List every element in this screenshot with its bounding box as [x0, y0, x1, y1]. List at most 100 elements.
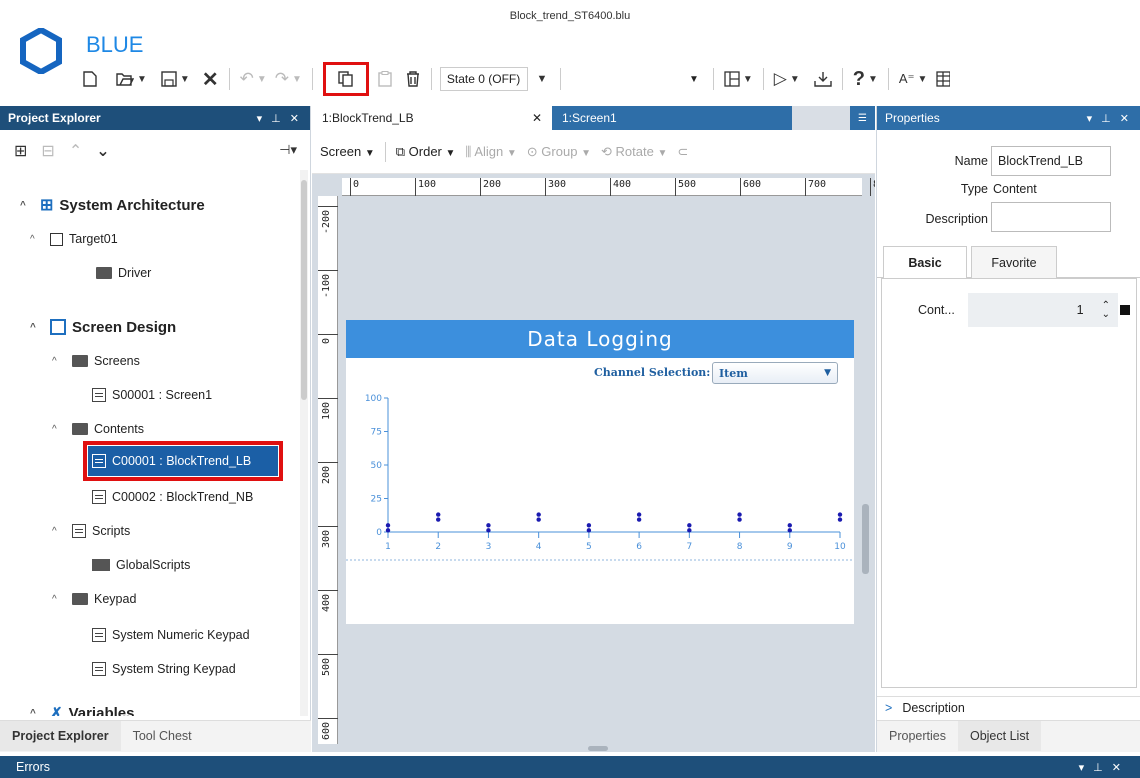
tree-item-variables[interactable]: ^ ✗ Variables: [30, 702, 135, 717]
network-icon: ⊞: [40, 197, 54, 214]
font-size-button[interactable]: A⁼ ▼: [897, 66, 929, 92]
chevron-up-icon[interactable]: ^: [20, 200, 34, 211]
tab-tool-chest[interactable]: Tool Chest: [121, 721, 204, 751]
tab-favorite[interactable]: Favorite: [971, 246, 1057, 278]
color-swatch[interactable]: [1120, 305, 1130, 315]
channel-selection-dropdown[interactable]: Item ▼: [712, 362, 838, 384]
screen-dropdown[interactable]: Screen ▼: [320, 144, 375, 159]
add-item-icon[interactable]: ⊞: [14, 141, 27, 160]
data-point: [486, 528, 491, 533]
right-bottom-tabs: Properties Object List: [877, 720, 1140, 752]
tab-project-explorer[interactable]: Project Explorer: [0, 721, 121, 751]
ruler-label: 200: [321, 465, 332, 484]
x-tick-label: 2: [435, 542, 441, 552]
rotate-dropdown[interactable]: ⟲ Rotate ▼: [601, 144, 667, 160]
document-tabs: 1:BlockTrend_LB ✕ 1:Screen1 ☰: [312, 106, 875, 130]
tree-item-label: Variables: [68, 704, 135, 717]
download-icon[interactable]: [812, 66, 834, 92]
pin-icon[interactable]: ⊣▾: [279, 143, 297, 158]
panel-controls[interactable]: ▾ ⊥ ✕: [257, 112, 302, 125]
chevron-up-icon[interactable]: ^: [52, 526, 66, 537]
tab-properties[interactable]: Properties: [877, 721, 958, 751]
description-field[interactable]: [991, 202, 1111, 232]
tree-item-label: C00002 : BlockTrend_NB: [112, 490, 254, 504]
ruler-label: 300: [321, 529, 332, 548]
close-icon[interactable]: ✕: [200, 66, 221, 92]
copy-icon[interactable]: [322, 62, 369, 96]
document-icon: [92, 388, 106, 402]
order-dropdown[interactable]: ⧉ Order ▼: [396, 144, 456, 160]
move-down-icon[interactable]: ⌄: [96, 141, 109, 160]
chevron-up-icon[interactable]: ^: [30, 708, 44, 717]
chevron-up-icon[interactable]: ^: [30, 234, 44, 245]
tab-basic[interactable]: Basic: [883, 246, 967, 279]
group-dropdown[interactable]: ⊙ Group ▼: [527, 144, 591, 160]
tree-item-scripts[interactable]: ^ Scripts: [52, 520, 130, 542]
y-tick-label: 25: [371, 495, 382, 505]
tree-item-screen1[interactable]: S00001 : Screen1: [92, 384, 212, 406]
align-dropdown[interactable]: ⫼ Align ▼: [465, 144, 516, 160]
scrollbar-thumb[interactable]: [588, 746, 608, 751]
x-tick-label: 9: [787, 542, 793, 552]
chevron-up-icon[interactable]: ^: [30, 322, 44, 333]
tree-item-numeric-keypad[interactable]: System Numeric Keypad: [92, 624, 250, 646]
description-section[interactable]: > Description: [877, 696, 1140, 718]
state-dropdown-arrow[interactable]: ▼: [532, 66, 552, 92]
tree-item-target01[interactable]: ^ Target01: [30, 228, 118, 250]
name-field[interactable]: BlockTrend_LB: [991, 146, 1111, 176]
tree-item-blocktrend-lb[interactable]: C00001 : BlockTrend_LB: [83, 441, 283, 481]
tree-item-driver[interactable]: Driver: [96, 262, 151, 284]
ruler-tick: [740, 178, 741, 196]
tree-item-screens[interactable]: ^ Screens: [52, 350, 140, 372]
canvas-vertical-scrollbar[interactable]: [862, 504, 869, 574]
tree-item-screen-design[interactable]: ^ Screen Design: [30, 316, 176, 338]
property-value-stepper[interactable]: 1 ⌃ ⌄: [968, 293, 1118, 327]
tree-scrollbar[interactable]: [300, 170, 308, 716]
ruler-tick: [318, 206, 338, 207]
main-toolbar: ▼ ▼ ✕ ↶ ▼ ↷ ▼ State 0 (OFF) ▼ ▼ ▼ ▷ ▼ ? …: [80, 62, 953, 96]
tree-item-keypad[interactable]: ^ Keypad: [52, 588, 136, 610]
design-canvas[interactable]: 01002003004005006007008 -200-10001002003…: [312, 174, 875, 752]
panel-title: Properties: [885, 111, 940, 125]
tabs-menu-icon[interactable]: ☰: [850, 106, 875, 130]
save-button[interactable]: ▼: [159, 66, 192, 92]
delete-icon[interactable]: [403, 66, 423, 92]
tab-blocktrend-lb[interactable]: 1:BlockTrend_LB ✕: [312, 106, 552, 130]
tree-item-system-architecture[interactable]: ^ ⊞ System Architecture: [20, 194, 205, 216]
tree-item-contents[interactable]: ^ Contents: [52, 418, 144, 440]
canvas-horizontal-scrollbar[interactable]: [312, 744, 875, 752]
stepper-arrows-icon[interactable]: ⌃ ⌄: [1102, 301, 1110, 320]
paste-icon[interactable]: [375, 66, 395, 92]
close-icon[interactable]: ✕: [532, 111, 542, 125]
chevron-up-icon[interactable]: ^: [52, 356, 66, 367]
empty-combo[interactable]: ▼: [568, 67, 705, 91]
state-combo[interactable]: State 0 (OFF): [439, 67, 528, 91]
tree-item-globalscripts[interactable]: GlobalScripts: [92, 554, 190, 576]
chevron-right-icon: >: [885, 700, 893, 715]
more-icon[interactable]: ⊂: [677, 144, 688, 160]
add-folder-icon[interactable]: ⊟: [41, 141, 54, 160]
run-button[interactable]: ▷ ▼: [772, 66, 802, 92]
panel-controls[interactable]: ▾ ⊥ ✕: [1087, 112, 1132, 125]
new-file-icon[interactable]: [80, 66, 100, 92]
tab-screen1[interactable]: 1:Screen1: [552, 106, 792, 130]
data-point: [787, 528, 792, 533]
undo-button[interactable]: ↶ ▼: [238, 66, 269, 92]
folder-icon: [72, 593, 88, 605]
scrollbar-thumb[interactable]: [301, 180, 307, 400]
open-button[interactable]: ▼: [114, 66, 149, 92]
group-label: Group: [541, 143, 578, 159]
tab-object-list[interactable]: Object List: [957, 721, 1042, 751]
layout-button[interactable]: ▼: [722, 66, 755, 92]
chevron-up-icon[interactable]: ^: [52, 424, 66, 435]
table-icon[interactable]: [933, 66, 953, 92]
panel-controls[interactable]: ▾ ⊥ ✕: [1079, 761, 1124, 774]
chevron-up-icon[interactable]: ^: [52, 594, 66, 605]
tree-item-string-keypad[interactable]: System String Keypad: [92, 658, 236, 680]
move-up-icon[interactable]: ⌃: [69, 141, 82, 160]
block-trend-widget[interactable]: Data Logging Channel Selection: Item ▼ 0 2…: [346, 320, 854, 624]
redo-button[interactable]: ↷ ▼: [273, 66, 304, 92]
tree-item-blocktrend-nb[interactable]: C00002 : BlockTrend_NB: [92, 486, 253, 508]
play-icon: ▷: [773, 69, 787, 88]
help-button[interactable]: ? ▼: [851, 66, 880, 92]
